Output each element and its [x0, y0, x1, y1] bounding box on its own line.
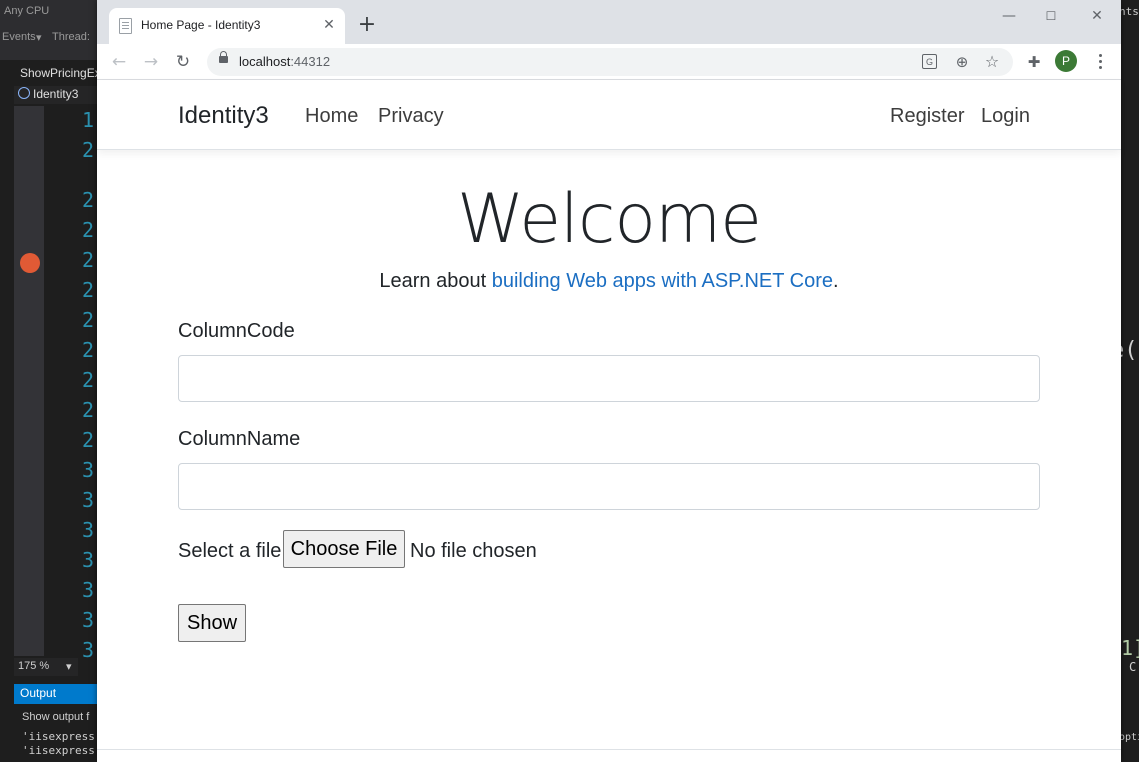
zoom-icon[interactable]: ⊕: [951, 51, 973, 73]
vs-output-line: 'iisexpress.: [22, 744, 97, 757]
line-number: 3: [82, 608, 95, 632]
choose-file-button[interactable]: Choose File: [283, 530, 405, 568]
translate-icon[interactable]: G: [922, 54, 937, 69]
breakpoint-icon[interactable]: [20, 253, 40, 273]
vs-fragment: C: [1129, 660, 1137, 674]
site-brand-link[interactable]: Identity3: [178, 102, 269, 130]
footer-divider: [97, 749, 1121, 750]
new-tab-button[interactable]: +: [355, 14, 379, 38]
column-name-input[interactable]: [178, 463, 1040, 510]
reload-icon[interactable]: ↻: [172, 51, 194, 73]
bookmark-star-icon[interactable]: ☆: [981, 51, 1003, 73]
vs-output-line: 'iisexpress.: [22, 730, 97, 743]
page-favicon-icon: [119, 18, 132, 34]
vs-zoom-select[interactable]: 175 % ▾: [14, 658, 78, 676]
show-button[interactable]: Show: [178, 604, 246, 642]
line-number: 3: [82, 518, 95, 542]
file-label: Select a file: [178, 540, 282, 562]
vs-project-name: Identity3: [33, 87, 79, 101]
vs-fragment: nts: [1121, 5, 1139, 18]
extensions-puzzle-icon[interactable]: ✚: [1023, 51, 1045, 73]
line-number: 2: [82, 248, 95, 272]
vs-fragment: 1]: [1121, 636, 1139, 660]
line-number: 3: [82, 548, 95, 572]
line-number: 2: [82, 338, 95, 362]
chevron-down-icon: ▾: [66, 661, 72, 673]
vs-right-edge: nts e( 1] C opti: [1121, 0, 1139, 762]
vs-document-tab[interactable]: ShowPricingEx: [14, 64, 98, 84]
aspnet-docs-link[interactable]: building Web apps with ASP.NET Core: [492, 270, 833, 292]
vs-zoom-value: 175 %: [18, 660, 50, 672]
line-number: 3: [82, 488, 95, 512]
column-code-label: ColumnCode: [178, 320, 295, 342]
vs-events-menu[interactable]: Events: [2, 31, 36, 43]
nav-link-register[interactable]: Register: [890, 105, 964, 128]
web-page: Identity3 Home Privacy Register Login We…: [97, 80, 1121, 762]
intro-text: Learn about building Web apps with ASP.N…: [379, 270, 839, 292]
profile-avatar[interactable]: P: [1055, 50, 1077, 72]
nav-link-privacy[interactable]: Privacy: [378, 105, 444, 128]
line-number: 2: [82, 218, 95, 242]
browser-tab[interactable]: Home Page - Identity3 ✕: [109, 8, 345, 44]
browser-window: Home Page - Identity3 ✕ + — ☐ ✕ ← → ↻ lo…: [97, 0, 1121, 762]
address-bar[interactable]: localhost:44312 G ⊕ ☆: [207, 48, 1013, 76]
vs-fragment: opti: [1121, 732, 1139, 743]
vs-project-selector[interactable]: Identity3: [14, 86, 98, 104]
tab-title: Home Page - Identity3: [141, 18, 261, 32]
nav-link-home[interactable]: Home: [305, 105, 358, 128]
menu-kebab-icon[interactable]: [1093, 51, 1107, 73]
vs-output-source[interactable]: Show output f: [22, 711, 97, 723]
column-code-input[interactable]: [178, 355, 1040, 402]
line-number: 2: [82, 428, 95, 452]
line-number: 2: [82, 398, 95, 422]
close-icon[interactable]: ✕: [321, 17, 337, 33]
vs-fragment: e(: [1121, 338, 1138, 363]
browser-toolbar: ← → ↻ localhost:44312 G ⊕ ☆ ✚ P: [97, 44, 1121, 80]
line-number: 2: [82, 278, 95, 302]
site-navbar: Identity3 Home Privacy Register Login: [97, 80, 1121, 150]
browser-titlebar: Home Page - Identity3 ✕ + — ☐ ✕: [97, 0, 1121, 44]
vs-thread-label: Thread:: [52, 31, 90, 43]
back-arrow-icon[interactable]: ←: [108, 51, 130, 73]
line-number: 2: [82, 188, 95, 212]
maximize-button[interactable]: ☐: [1036, 6, 1066, 26]
nav-link-login[interactable]: Login: [981, 105, 1030, 128]
lock-icon[interactable]: [219, 51, 228, 63]
vs-platform-select[interactable]: Any CPU: [4, 5, 49, 17]
file-status-text: No file chosen: [410, 540, 537, 562]
vs-events-dropdown-icon[interactable]: ▾: [36, 31, 42, 44]
vs-breakpoint-margin[interactable]: [14, 106, 44, 656]
line-number: 2: [82, 368, 95, 392]
globe-icon: [18, 87, 30, 99]
forward-arrow-icon[interactable]: →: [140, 51, 162, 73]
line-number: 3: [82, 578, 95, 602]
page-heading: Welcome: [456, 180, 762, 259]
line-number: 2: [82, 138, 95, 162]
line-number: 2: [82, 308, 95, 332]
window-close-button[interactable]: ✕: [1082, 6, 1112, 26]
column-name-label: ColumnName: [178, 428, 301, 450]
line-number: 3: [82, 458, 95, 482]
url-text[interactable]: localhost:44312: [239, 54, 330, 69]
line-number: 1: [82, 108, 95, 132]
minimize-button[interactable]: —: [994, 6, 1024, 26]
line-number: 3: [82, 638, 95, 662]
vs-output-panel-title[interactable]: Output: [14, 684, 97, 704]
